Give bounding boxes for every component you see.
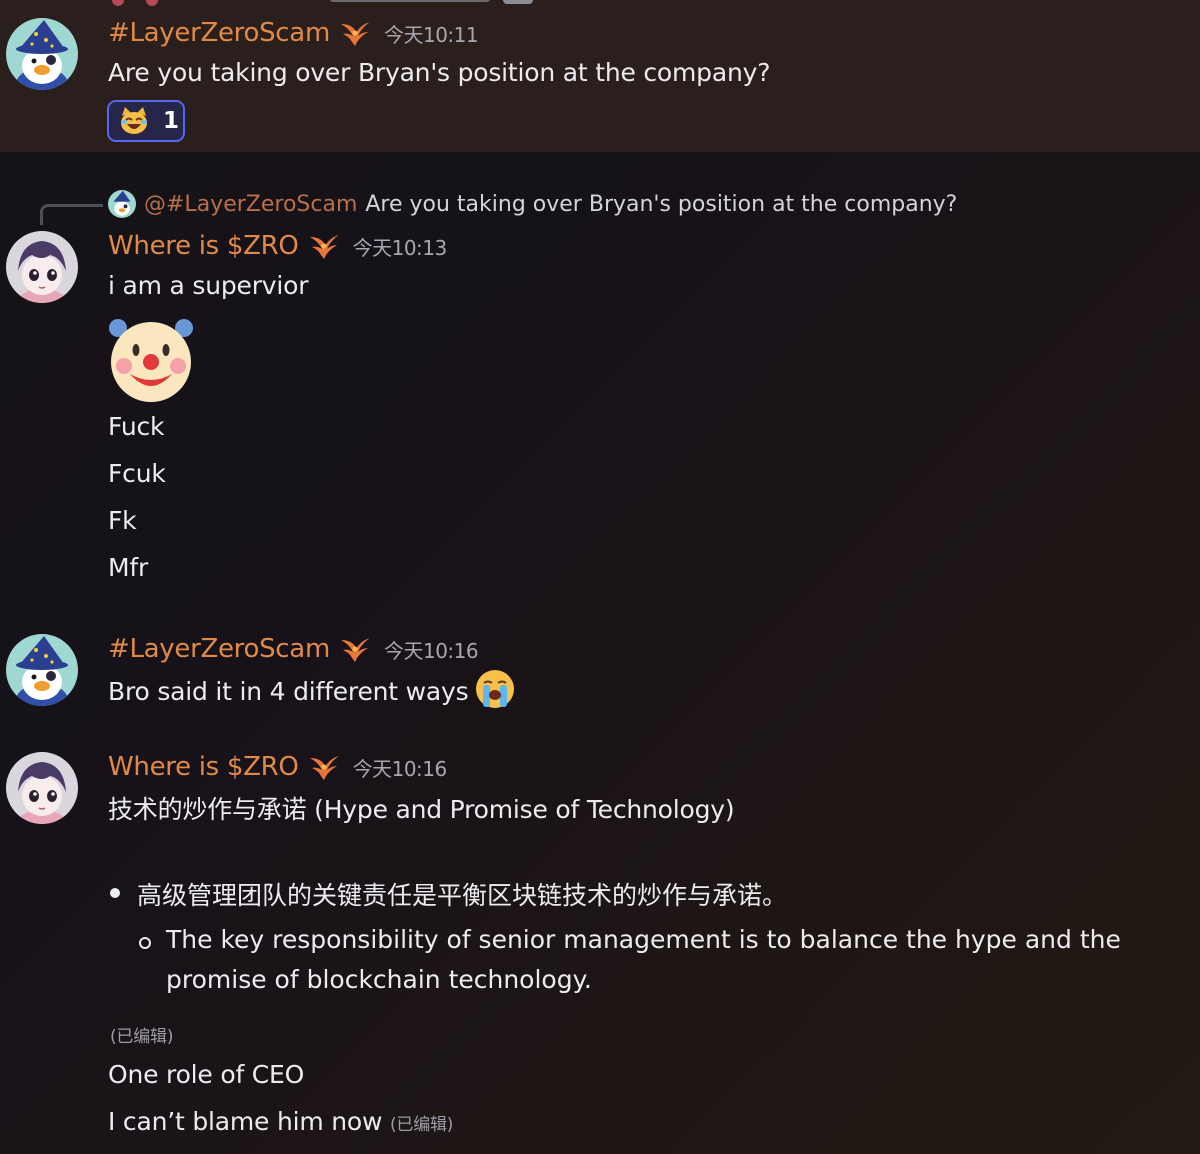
message-text: Mfr — [108, 553, 149, 582]
chat-messages: #LayerZeroScam 今天10:11 Are you taking ov… — [0, 0, 1200, 1154]
message-line: Bro said it in 4 different ways — [108, 670, 516, 714]
bullet-text: 高级管理团队的关键责任是平衡区块链技术的炒作与承诺。 — [137, 881, 788, 910]
clipped-text — [330, 0, 490, 2]
wizard-penguin-avatar — [6, 18, 78, 90]
edited-label: (已编辑) — [110, 1027, 174, 1047]
phoenix-role-icon — [307, 752, 341, 782]
timestamp: 今天10:16 — [352, 756, 448, 781]
message-text: One role of CEO — [108, 1060, 305, 1089]
wizard-penguin-avatar — [6, 634, 78, 706]
message-heading: 技术的炒作与承诺 (Hype and Promise of Technology… — [108, 795, 735, 824]
message-text: I can’t blame him now — [108, 1107, 383, 1136]
reply-mention[interactable]: @#LayerZeroScam — [144, 192, 357, 217]
timestamp: 今天10:11 — [383, 22, 479, 47]
reaction-button[interactable]: 1 — [107, 100, 185, 142]
phoenix-role-icon — [338, 634, 372, 664]
cat-laughing-emoji — [119, 106, 149, 136]
sub-bullet-text-line1: The key responsibility of senior managem… — [166, 925, 1121, 954]
username[interactable]: #LayerZeroScam — [108, 634, 330, 664]
anime-girl-avatar — [6, 231, 78, 303]
anime-girl-avatar — [6, 752, 78, 824]
phoenix-role-icon — [307, 231, 341, 261]
message-text: Fuck — [108, 412, 165, 441]
phoenix-role-icon — [338, 18, 372, 48]
username[interactable]: Where is $ZRO — [108, 752, 299, 782]
avatar-where-is-zro[interactable] — [6, 231, 78, 303]
reply-avatar — [108, 190, 136, 218]
username[interactable]: #LayerZeroScam — [108, 18, 330, 48]
reply-connector — [40, 204, 103, 225]
bullet-marker — [110, 888, 120, 898]
clipped-badge — [503, 0, 533, 4]
previous-message-clipped — [0, 0, 1200, 8]
message-header: Where is $ZRO 今天10:13 — [108, 231, 447, 261]
sub-bullet-marker — [139, 937, 151, 949]
clipped-emoji — [112, 0, 124, 6]
avatar-layerzeroscam[interactable] — [6, 634, 78, 706]
message-text: Fcuk — [108, 459, 166, 488]
clipped-emoji — [146, 0, 158, 6]
message-header: #LayerZeroScam 今天10:11 — [108, 18, 479, 48]
edited-label: (已编辑) — [389, 1115, 454, 1135]
message-header: Where is $ZRO 今天10:16 — [108, 752, 447, 782]
clown-emoji — [106, 314, 196, 404]
sub-bullet-text-line2: promise of blockchain technology. — [166, 965, 592, 994]
timestamp: 今天10:16 — [383, 638, 479, 663]
reply-content: Are you taking over Bryan's position at … — [365, 191, 958, 217]
reaction-count: 1 — [163, 108, 180, 134]
message-text: Fk — [108, 506, 137, 535]
reply-preview[interactable]: @#LayerZeroScam Are you taking over Brya… — [108, 190, 957, 218]
loudly-crying-emoji — [474, 668, 516, 710]
message-text: i am a supervior — [108, 271, 309, 300]
avatar-where-is-zro[interactable] — [6, 752, 78, 824]
timestamp: 今天10:13 — [352, 235, 448, 260]
avatar-layerzeroscam[interactable] — [6, 18, 78, 90]
message-header: #LayerZeroScam 今天10:16 — [108, 634, 479, 664]
username[interactable]: Where is $ZRO — [108, 231, 299, 261]
message-text: Bro said it in 4 different ways — [108, 677, 469, 706]
message-line: I can’t blame him now (已编辑) — [108, 1107, 453, 1136]
message-text: Are you taking over Bryan's position at … — [108, 58, 771, 87]
